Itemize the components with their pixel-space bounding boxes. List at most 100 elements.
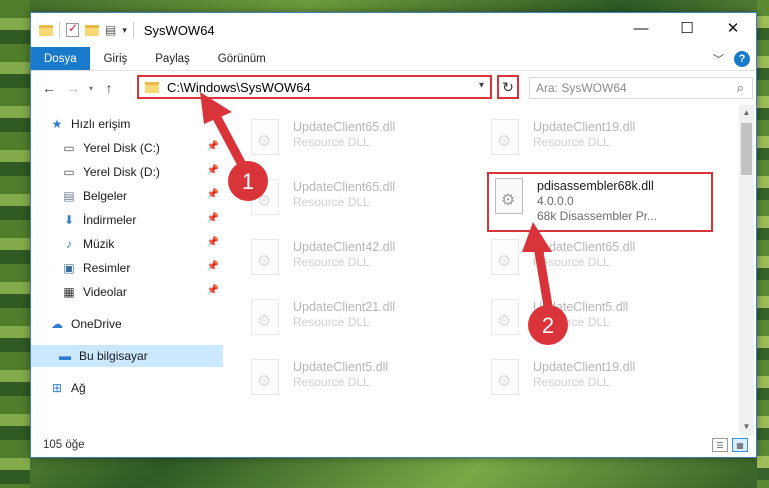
navigation-bar: ← → ▾ ↑ C:\Windows\SysWOW64 ▾ ↻ Ara: Sys… bbox=[31, 71, 756, 105]
scroll-up-icon[interactable]: ▲ bbox=[739, 105, 754, 121]
properties-icon[interactable] bbox=[66, 21, 79, 37]
tab-home[interactable]: Giriş bbox=[90, 47, 142, 70]
back-button[interactable]: ← bbox=[37, 80, 61, 96]
vertical-scrollbar[interactable]: ▲ ▼ bbox=[739, 105, 754, 435]
explorer-window: ▤ ▾ SysWOW64 — ☐ ✕ Dosya Giriş Paylaş Gö… bbox=[30, 12, 757, 458]
file-type: Resource DLL bbox=[533, 255, 610, 269]
pin-icon[interactable]: 📌 bbox=[207, 141, 219, 152]
file-name: UpdateClient19.dll bbox=[533, 120, 636, 134]
search-box[interactable]: Ara: SysWOW64 ⌕ bbox=[529, 77, 753, 99]
file-item[interactable]: ⚙ UpdateClient5.dll Resource DLL bbox=[247, 359, 477, 411]
tab-file[interactable]: Dosya bbox=[31, 47, 90, 70]
maximize-button[interactable]: ☐ bbox=[664, 13, 710, 43]
file-item[interactable]: ⚙ UpdateClient5.dll Resource DLL bbox=[487, 299, 717, 351]
window-controls: — ☐ ✕ bbox=[618, 13, 756, 43]
file-item[interactable]: ⚙ UpdateClient21.dll Resource DLL bbox=[247, 299, 477, 351]
sidebar-item-documents[interactable]: ▤ Belgeler 📌 bbox=[61, 185, 223, 207]
documents-icon: ▤ bbox=[63, 189, 75, 203]
sidebar-item-label: Hızlı erişim bbox=[71, 117, 131, 131]
forward-button[interactable]: → bbox=[61, 80, 85, 96]
dll-file-icon: ⚙ bbox=[247, 299, 283, 341]
expand-ribbon-icon[interactable]: ﹀ bbox=[713, 51, 724, 67]
tab-share[interactable]: Paylaş bbox=[141, 47, 204, 70]
quick-access-toolbar: ▤ ▾ bbox=[39, 21, 134, 38]
pin-icon[interactable]: 📌 bbox=[207, 213, 219, 224]
scrollbar-thumb[interactable] bbox=[741, 123, 752, 175]
dll-file-icon: ⚙ bbox=[487, 299, 523, 341]
file-name: UpdateClient65.dll bbox=[293, 120, 396, 134]
sidebar-item-label: İndirmeler bbox=[83, 213, 137, 227]
sidebar-item-videos[interactable]: ▦ Videolar 📌 bbox=[61, 281, 223, 303]
recent-locations-icon[interactable]: ▾ bbox=[85, 84, 97, 93]
file-name: UpdateClient65.dll bbox=[533, 240, 636, 254]
file-item-pdisassembler68k[interactable]: ⚙ pdisassembler68k.dll 4.0.0.0 68k Disas… bbox=[487, 172, 713, 232]
content-area: ★ Hızlı erişim ▭ Yerel Disk (C:) 📌 ▭ Yer… bbox=[31, 105, 756, 435]
large-icons-view-icon[interactable]: ▦ bbox=[732, 438, 748, 452]
file-item[interactable]: ⚙ UpdateClient42.dll Resource DLL bbox=[247, 239, 477, 291]
file-item[interactable]: ⚙ UpdateClient19.dll Resource DLL bbox=[487, 359, 717, 411]
file-item[interactable]: ⚙ UpdateClient65.dll Resource DLL bbox=[487, 239, 717, 291]
sidebar-item-label: Ağ bbox=[71, 381, 86, 395]
file-type: Resource DLL bbox=[293, 255, 370, 269]
pictures-icon: ▣ bbox=[63, 261, 75, 275]
address-bar[interactable]: C:\Windows\SysWOW64 ▾ bbox=[137, 75, 492, 99]
ribbon-tabs: Dosya Giriş Paylaş Görünüm ﹀ ? bbox=[31, 47, 756, 71]
status-bar: 105 öğe ☰ ▦ bbox=[31, 433, 756, 457]
pin-icon[interactable]: 📌 bbox=[207, 165, 219, 176]
sidebar-item-label: Belgeler bbox=[83, 189, 128, 203]
file-version: 4.0.0.0 bbox=[537, 194, 574, 208]
videos-icon: ▦ bbox=[63, 285, 75, 299]
new-folder-icon[interactable] bbox=[85, 24, 99, 36]
pin-icon[interactable]: 📌 bbox=[207, 261, 219, 272]
sidebar-item-downloads[interactable]: ⬇ İndirmeler 📌 bbox=[61, 209, 223, 231]
sidebar-item-network[interactable]: ⊞ Ağ bbox=[49, 377, 86, 399]
close-button[interactable]: ✕ bbox=[710, 13, 756, 43]
toolbar-dropdown-icon[interactable]: ▾ bbox=[122, 25, 127, 36]
sidebar-item-music[interactable]: ♪ Müzik 📌 bbox=[61, 233, 223, 255]
sidebar-item-label: Videolar bbox=[83, 285, 127, 299]
help-icon[interactable]: ? bbox=[734, 51, 750, 67]
file-name: UpdateClient21.dll bbox=[293, 300, 396, 314]
file-type: Resource DLL bbox=[533, 315, 610, 329]
file-item[interactable]: ⚙ UpdateClient65.dll Resource DLL bbox=[247, 179, 477, 231]
folder-icon bbox=[39, 24, 53, 36]
file-list: ⚙ UpdateClient65.dll Resource DLL ⚙ Upda… bbox=[227, 105, 739, 435]
file-item[interactable]: ⚙ UpdateClient65.dll Resource DLL bbox=[247, 119, 477, 171]
sidebar-item-local-disk-c[interactable]: ▭ Yerel Disk (C:) 📌 bbox=[61, 137, 223, 159]
dll-file-icon: ⚙ bbox=[247, 239, 283, 281]
address-dropdown-icon[interactable]: ▾ bbox=[479, 80, 484, 91]
file-name: UpdateClient42.dll bbox=[293, 240, 396, 254]
file-name: UpdateClient65.dll bbox=[293, 180, 396, 194]
sidebar-item-quick-access[interactable]: ★ Hızlı erişim bbox=[49, 113, 131, 135]
file-type: Resource DLL bbox=[533, 135, 610, 149]
pin-icon[interactable]: 📌 bbox=[207, 189, 219, 200]
file-type: Resource DLL bbox=[293, 375, 370, 389]
dll-file-icon: ⚙ bbox=[487, 359, 523, 401]
file-item[interactable]: ⚙ UpdateClient19.dll Resource DLL bbox=[487, 119, 717, 171]
minimize-button[interactable]: — bbox=[618, 13, 664, 43]
title-bar: ▤ ▾ SysWOW64 — ☐ ✕ bbox=[31, 13, 756, 47]
dll-file-icon: ⚙ bbox=[487, 239, 523, 281]
file-type: Resource DLL bbox=[533, 375, 610, 389]
pin-icon[interactable]: 📌 bbox=[207, 237, 219, 248]
tab-view[interactable]: Görünüm bbox=[204, 47, 280, 70]
sidebar-item-local-disk-d[interactable]: ▭ Yerel Disk (D:) 📌 bbox=[61, 161, 223, 183]
file-type: Resource DLL bbox=[293, 195, 370, 209]
download-icon: ⬇ bbox=[63, 213, 75, 227]
address-path[interactable]: C:\Windows\SysWOW64 bbox=[167, 80, 311, 95]
computer-icon: ▬ bbox=[59, 349, 71, 363]
search-icon: ⌕ bbox=[736, 80, 744, 95]
details-view-icon[interactable]: ☰ bbox=[712, 438, 728, 452]
file-name: UpdateClient5.dll bbox=[533, 300, 629, 314]
file-type: Resource DLL bbox=[293, 315, 370, 329]
file-type: Resource DLL bbox=[293, 135, 370, 149]
up-button[interactable]: ↑ bbox=[97, 80, 121, 96]
sidebar-item-pictures[interactable]: ▣ Resimler 📌 bbox=[61, 257, 223, 279]
search-placeholder[interactable]: Ara: SysWOW64 bbox=[536, 81, 627, 95]
pin-icon[interactable]: 📌 bbox=[207, 285, 219, 296]
customize-toolbar-icon[interactable]: ▤ bbox=[105, 23, 116, 37]
sidebar-item-this-pc[interactable]: ▬ Bu bilgisayar bbox=[31, 345, 223, 367]
sidebar-item-onedrive[interactable]: ☁ OneDrive bbox=[49, 313, 122, 335]
desktop-background-right bbox=[757, 0, 769, 488]
refresh-button[interactable]: ↻ bbox=[497, 75, 519, 99]
